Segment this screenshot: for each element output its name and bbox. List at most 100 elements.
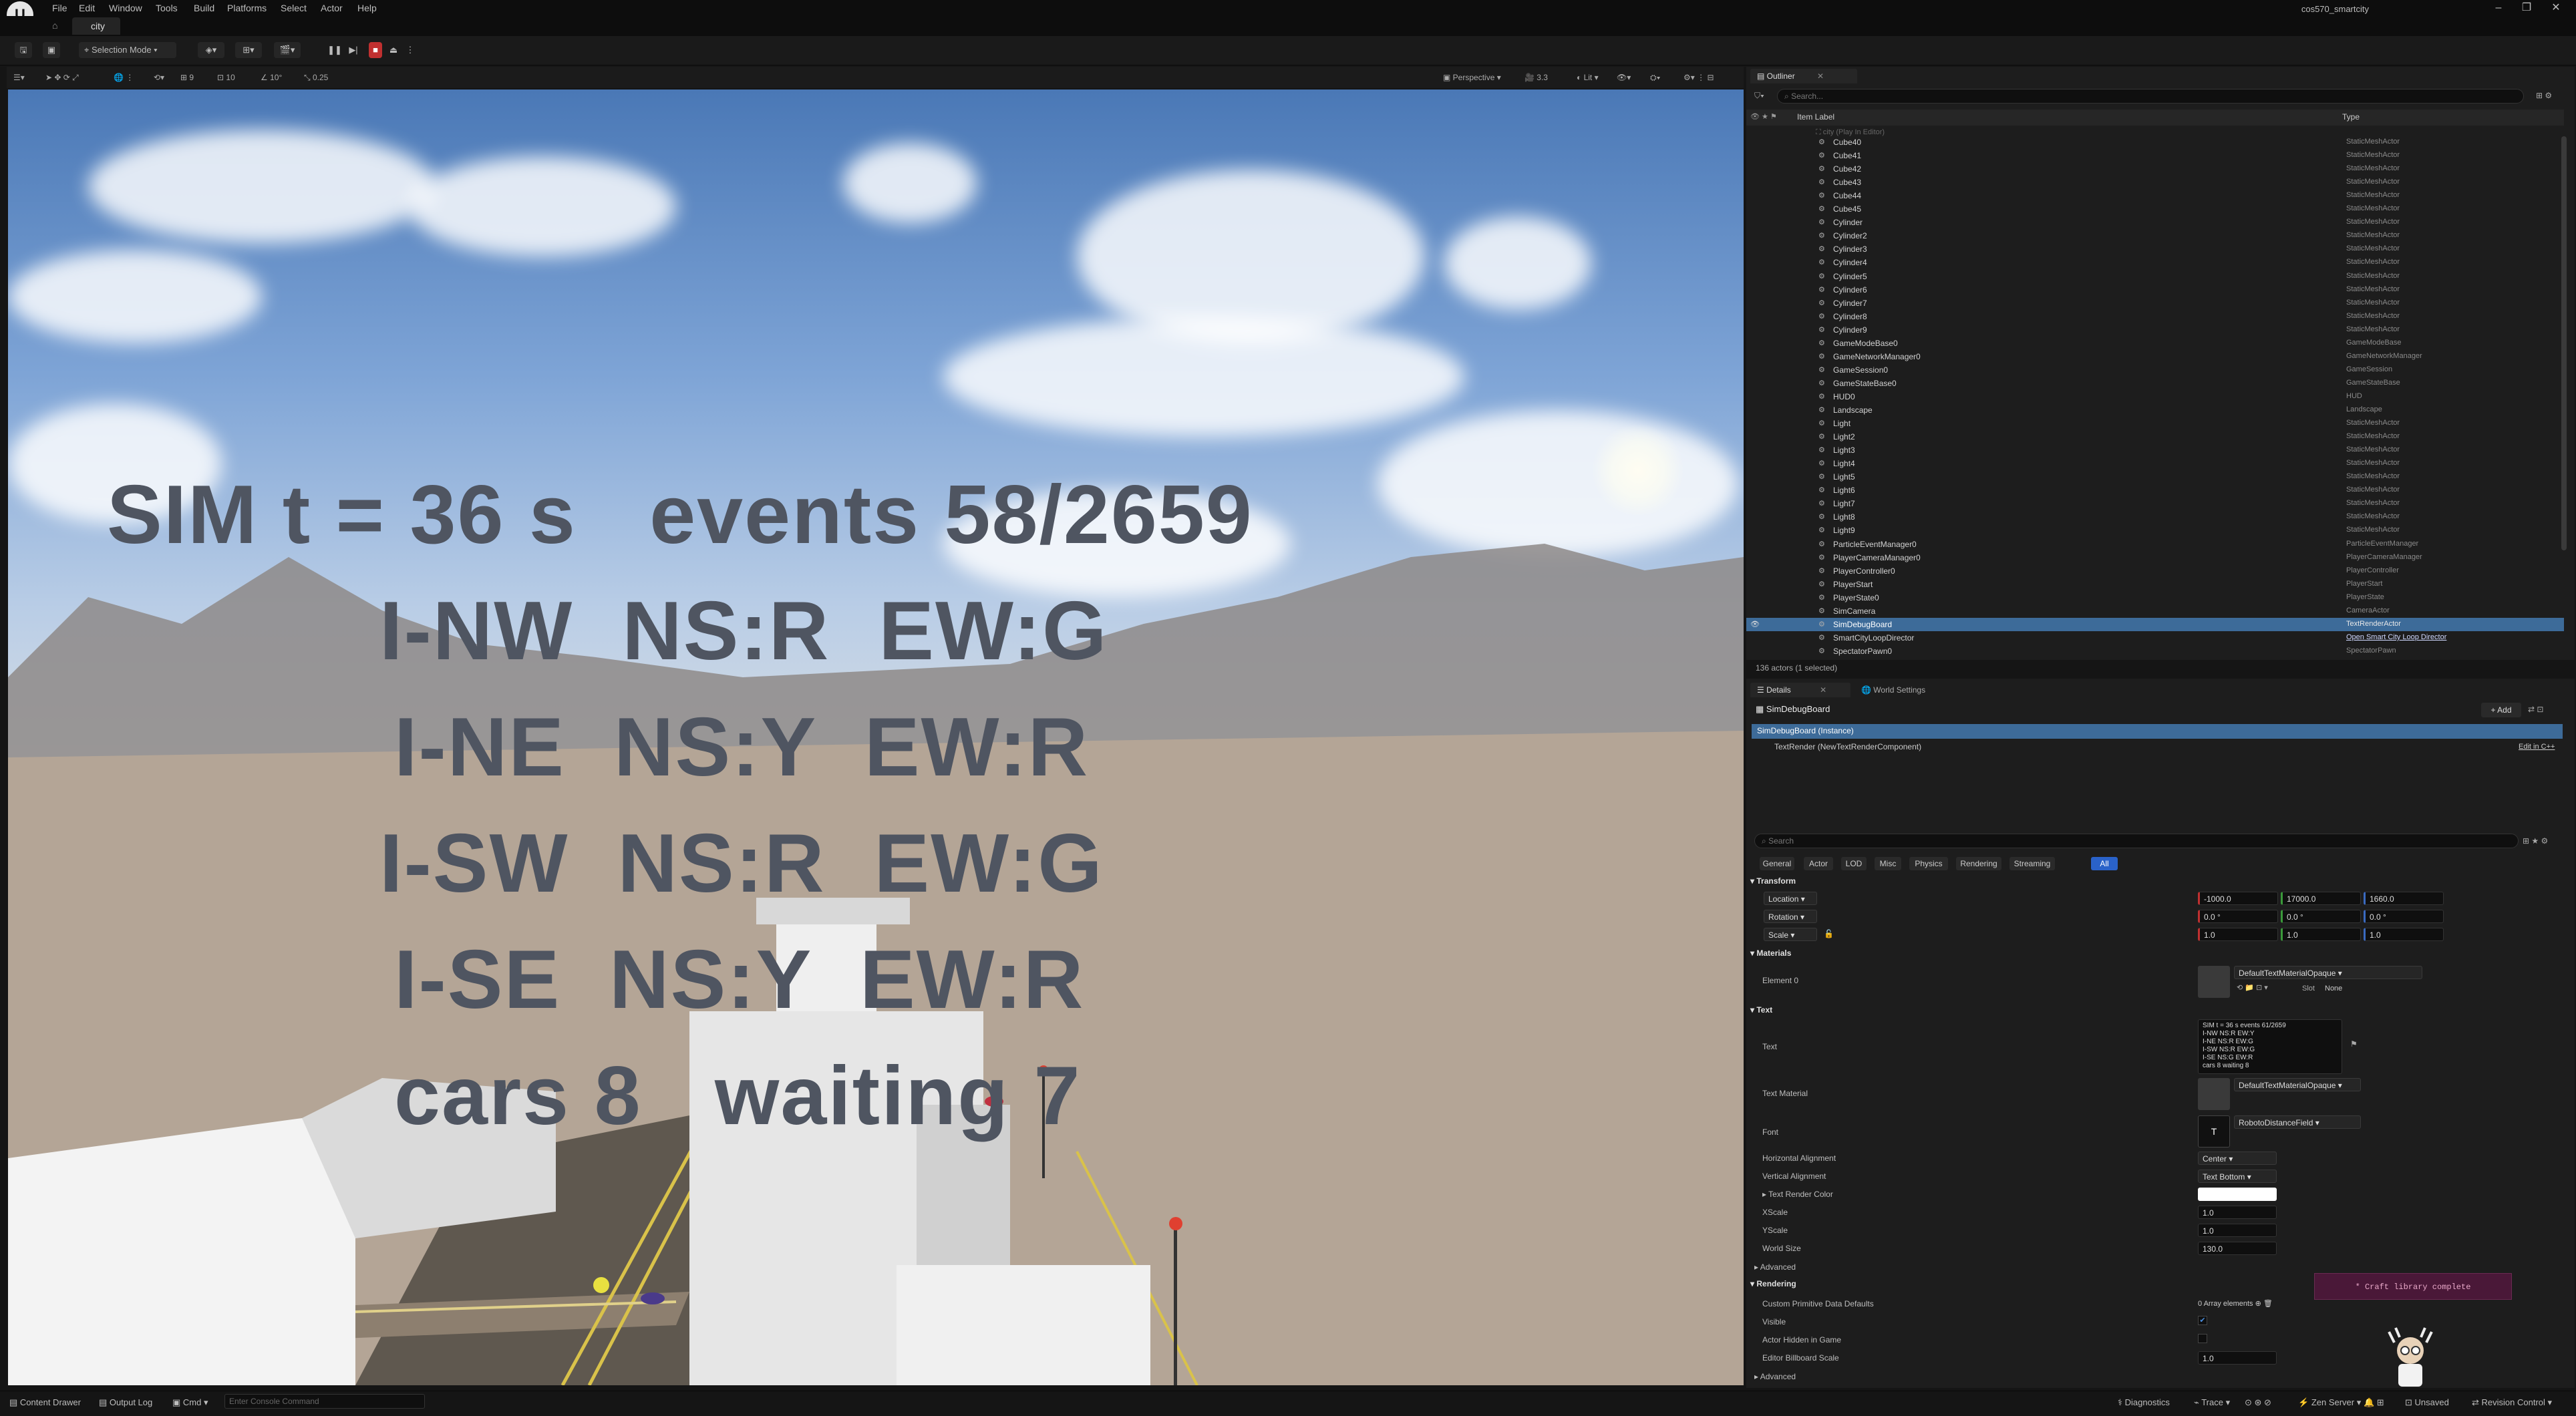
outliner-options-icon[interactable]: ⊞ ⚙ (2536, 91, 2552, 100)
menu-actor[interactable]: Actor (321, 3, 343, 13)
col-type[interactable]: Type (2342, 112, 2360, 122)
select-tool-icon[interactable]: ➤ ✥ ⟳ ⤢ (45, 70, 79, 85)
hidden-checkbox[interactable] (2198, 1334, 2207, 1343)
instance-row[interactable] (1752, 724, 2563, 739)
rotation-snap-button[interactable]: ∠ 10° (261, 70, 282, 85)
settings-icon[interactable]: ⚙▾ ⋮ ⊟ (1683, 70, 1714, 85)
text-material-dropdown[interactable]: DefaultTextMaterialOpaque ▾ (2234, 1078, 2361, 1091)
scale-y[interactable]: 1.0 (2281, 928, 2361, 941)
grid-snap-button[interactable]: ⊞ 9 (180, 70, 194, 85)
outliner-row[interactable] (1746, 283, 2564, 297)
outliner-row[interactable] (1746, 524, 2564, 537)
unsaved-button[interactable]: ⊡ Unsaved (2405, 1397, 2449, 1408)
outliner-row[interactable] (1746, 390, 2564, 403)
filter-lod[interactable]: LOD (1841, 857, 1867, 870)
filter-misc[interactable]: Misc (1875, 857, 1901, 870)
text-material-thumbnail[interactable] (2198, 1078, 2230, 1110)
outliner-row[interactable] (1746, 202, 2564, 216)
close-icon[interactable]: ✕ (2543, 0, 2569, 16)
grid-size-button[interactable]: ⊡ 10 (217, 70, 235, 85)
menu-select[interactable]: Select (281, 3, 307, 13)
world-local-icon[interactable]: 🌐 ⋮ (114, 70, 134, 85)
lock-icon[interactable]: 🔓 (1824, 929, 1834, 938)
zen-server-button[interactable]: ⚡ Zen Server ▾ (2298, 1397, 2361, 1408)
outliner-row[interactable] (1746, 497, 2564, 510)
edit-cpp-link[interactable]: Edit in C++ (2519, 743, 2555, 751)
section-text[interactable]: ▾ Text (1750, 1005, 1772, 1015)
scale-z[interactable]: 1.0 (2364, 928, 2444, 941)
outliner-row[interactable] (1746, 297, 2564, 310)
filter-general[interactable]: General (1760, 857, 1794, 870)
localization-flag-icon[interactable]: ⚑ (2350, 1039, 2358, 1049)
filter-icon[interactable]: ⛉▾ (1754, 91, 1764, 101)
tab-world-settings[interactable]: 🌐 World Settings (1861, 685, 1925, 695)
rendering-advanced-toggle[interactable]: ▸ Advanced (1754, 1372, 1796, 1381)
outliner-row[interactable] (1746, 189, 2564, 202)
show-icon[interactable]: 👁▾ (1617, 70, 1631, 85)
add-actor-icon[interactable]: ◈▾ (198, 42, 224, 58)
step-icon[interactable]: ▶| (346, 42, 361, 58)
rotation-y[interactable]: 0.0 ° (2281, 910, 2361, 923)
menu-file[interactable]: File (52, 3, 67, 13)
delete-icon[interactable]: 🗑 (2263, 1300, 2273, 1308)
font-thumbnail[interactable]: T (2198, 1115, 2230, 1147)
valign-dropdown[interactable]: Text Bottom ▾ (2198, 1170, 2277, 1183)
performance-icon[interactable]: ⛭▾ (1650, 70, 1660, 85)
outliner-row[interactable] (1746, 229, 2564, 242)
outliner-search-input[interactable]: ⌕ Search... (1777, 89, 2524, 104)
text-color-swatch[interactable] (2198, 1188, 2277, 1201)
billboard-field[interactable]: 1.0 (2198, 1351, 2277, 1365)
menu-help[interactable]: Help (357, 3, 377, 13)
viewport-menu-icon[interactable]: ☰▾ (13, 70, 25, 85)
home-icon[interactable]: ⌂ (52, 20, 57, 31)
font-dropdown[interactable]: RobotoDistanceField ▾ (2234, 1115, 2361, 1129)
outliner-row[interactable] (1746, 136, 2564, 149)
location-z[interactable]: 1660.0 (2364, 892, 2444, 905)
close-details-icon[interactable]: ✕ (1820, 685, 1826, 695)
cinematics-icon[interactable]: 🎬▾ (274, 42, 301, 58)
notification-icons[interactable]: 🔔 ⊞ (2364, 1397, 2384, 1408)
yscale-field[interactable]: 1.0 (2198, 1224, 2277, 1237)
menu-tools[interactable]: Tools (156, 3, 178, 13)
outliner-row[interactable] (1746, 417, 2564, 430)
status-icons[interactable]: ⊙ ⊛ ⊘ (2245, 1397, 2271, 1408)
text-value-field[interactable]: SIM t = 36 s events 61/2659 I-NW NS:R EW… (2198, 1019, 2342, 1074)
tab-level[interactable]: city (72, 17, 120, 35)
blueprint-icon[interactable]: ⊞▾ (235, 42, 262, 58)
filter-rendering[interactable]: Rendering (1956, 857, 2001, 870)
add-element-icon[interactable]: ⊕ (2255, 1300, 2261, 1308)
tab-outliner[interactable]: ▤ Outliner ✕ (1750, 69, 1857, 83)
pause-icon[interactable]: ❚❚ (327, 42, 342, 58)
location-dropdown[interactable]: Location ▾ (1764, 892, 1817, 905)
blueprint-options-icon[interactable]: ⇄ ⊡ (2528, 705, 2543, 714)
visibility-eye-icon[interactable]: 👁 (1750, 620, 1760, 629)
add-component-button[interactable]: + Add (2481, 703, 2521, 717)
revision-control-button[interactable]: ⇄ Revision Control ▾ (2472, 1397, 2552, 1408)
text-advanced-toggle[interactable]: ▸ Advanced (1754, 1262, 1796, 1272)
eject-icon[interactable]: ⏏ (386, 42, 401, 58)
visible-checkbox[interactable]: ✔ (2198, 1316, 2207, 1325)
level-viewport[interactable]: SIM t = 36 s events 58/2659 I-NW NS:R EW… (8, 90, 1744, 1385)
rotation-dropdown[interactable]: Rotation ▾ (1764, 910, 1817, 923)
col-item-label[interactable]: Item Label (1797, 112, 1834, 122)
outliner-row[interactable] (1746, 270, 2564, 283)
filter-streaming[interactable]: Streaming (2009, 857, 2055, 870)
stop-icon[interactable]: ■ (369, 42, 382, 58)
toast-notification[interactable]: * Craft library complete (2314, 1273, 2512, 1300)
selection-mode-dropdown[interactable]: ⌖ Selection Mode ▾ (79, 42, 176, 58)
output-log-button[interactable]: ▤ Output Log (99, 1397, 152, 1408)
outliner-row[interactable] (1746, 430, 2564, 444)
filter-all[interactable]: All (2091, 857, 2118, 870)
outliner-row[interactable] (1746, 162, 2564, 176)
xscale-field[interactable]: 1.0 (2198, 1206, 2277, 1219)
outliner-row[interactable] (1746, 510, 2564, 524)
component-label[interactable]: TextRender (NewTextRenderComponent) (1774, 742, 1921, 751)
menu-build[interactable]: Build (194, 3, 214, 13)
outliner-scrollbar[interactable] (2561, 136, 2567, 550)
section-rendering[interactable]: ▾ Rendering (1750, 1279, 1796, 1288)
rotation-z[interactable]: 0.0 ° (2364, 910, 2444, 923)
outliner-row[interactable] (1746, 256, 2564, 269)
diagnostics-button[interactable]: ⚕ Diagnostics (2118, 1397, 2170, 1408)
outliner-row[interactable] (1746, 457, 2564, 470)
play-options-icon[interactable]: ⋮ (404, 42, 417, 58)
